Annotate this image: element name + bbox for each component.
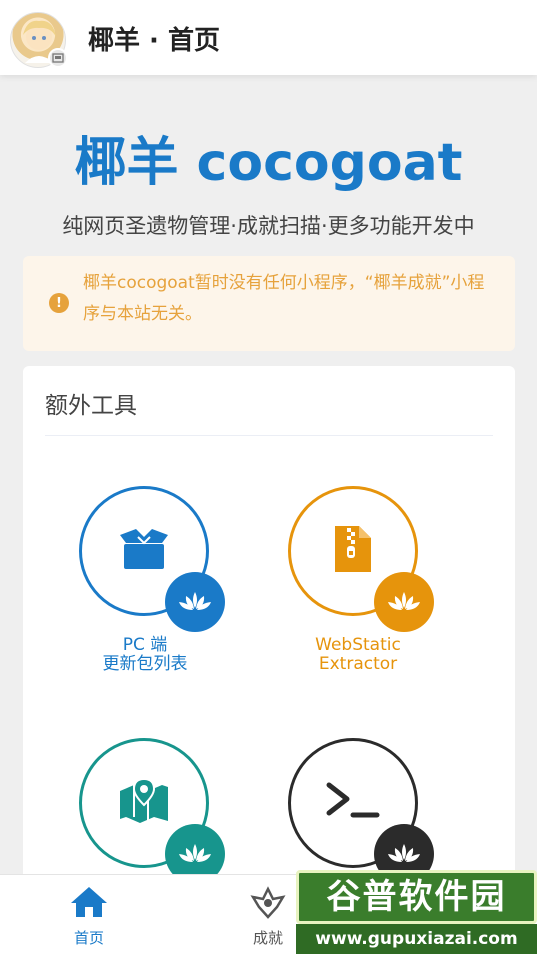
watermark-url: www.gupuxiazai.com xyxy=(296,924,537,954)
nav-item-home[interactable]: 首页 xyxy=(29,875,149,956)
watermark-title: 谷普软件园 xyxy=(296,870,537,924)
exclamation-icon: ! xyxy=(49,293,69,313)
hero-subtitle: 纯网页圣遗物管理·成就扫描·更多功能开发中 xyxy=(62,214,475,238)
tool-webstatic-extractor[interactable]: WebStatic Extractor xyxy=(248,484,468,674)
notice-text: 椰羊cocogoat暂时没有任何小程序，“椰羊成就”小程序与本站无关。 xyxy=(83,273,485,324)
watermark-logo: 谷普软件园 www.gupuxiazai.com xyxy=(296,870,537,956)
tool-label-line1: PC 端 xyxy=(122,635,168,655)
extra-tools-card: 额外工具 PC 端 更新包列表 WebStatic Extractor xyxy=(23,366,515,926)
hero-title: 椰羊 cocogoat xyxy=(74,133,463,193)
nav-label: 首页 xyxy=(73,929,104,947)
zip-file-icon xyxy=(333,524,373,578)
tool-label-line2: 更新包列表 xyxy=(102,654,188,674)
card-title: 额外工具 xyxy=(45,393,137,419)
divider xyxy=(45,435,493,436)
avatar-button[interactable] xyxy=(10,12,68,68)
map-icon xyxy=(118,777,170,829)
tool-pc-update-list[interactable]: PC 端 更新包列表 xyxy=(35,484,255,674)
achievement-icon xyxy=(247,885,289,925)
tool-label-line2: Extractor xyxy=(318,654,398,674)
lotus-badge-icon xyxy=(165,572,225,632)
tool-label-line1: WebStatic xyxy=(315,635,401,655)
terminal-icon xyxy=(325,781,381,825)
notice-alert: ! 椰羊cocogoat暂时没有任何小程序，“椰羊成就”小程序与本站无关。 xyxy=(23,256,515,351)
box-icon xyxy=(118,527,170,575)
tool-terminal[interactable] xyxy=(248,736,468,886)
top-bar: 椰羊 · 首页 xyxy=(0,0,537,75)
tool-map[interactable] xyxy=(35,736,255,886)
page-title: 椰羊 · 首页 xyxy=(88,26,220,56)
lotus-badge-icon xyxy=(374,572,434,632)
home-icon xyxy=(69,885,109,923)
avatar-badge-icon xyxy=(48,48,68,68)
